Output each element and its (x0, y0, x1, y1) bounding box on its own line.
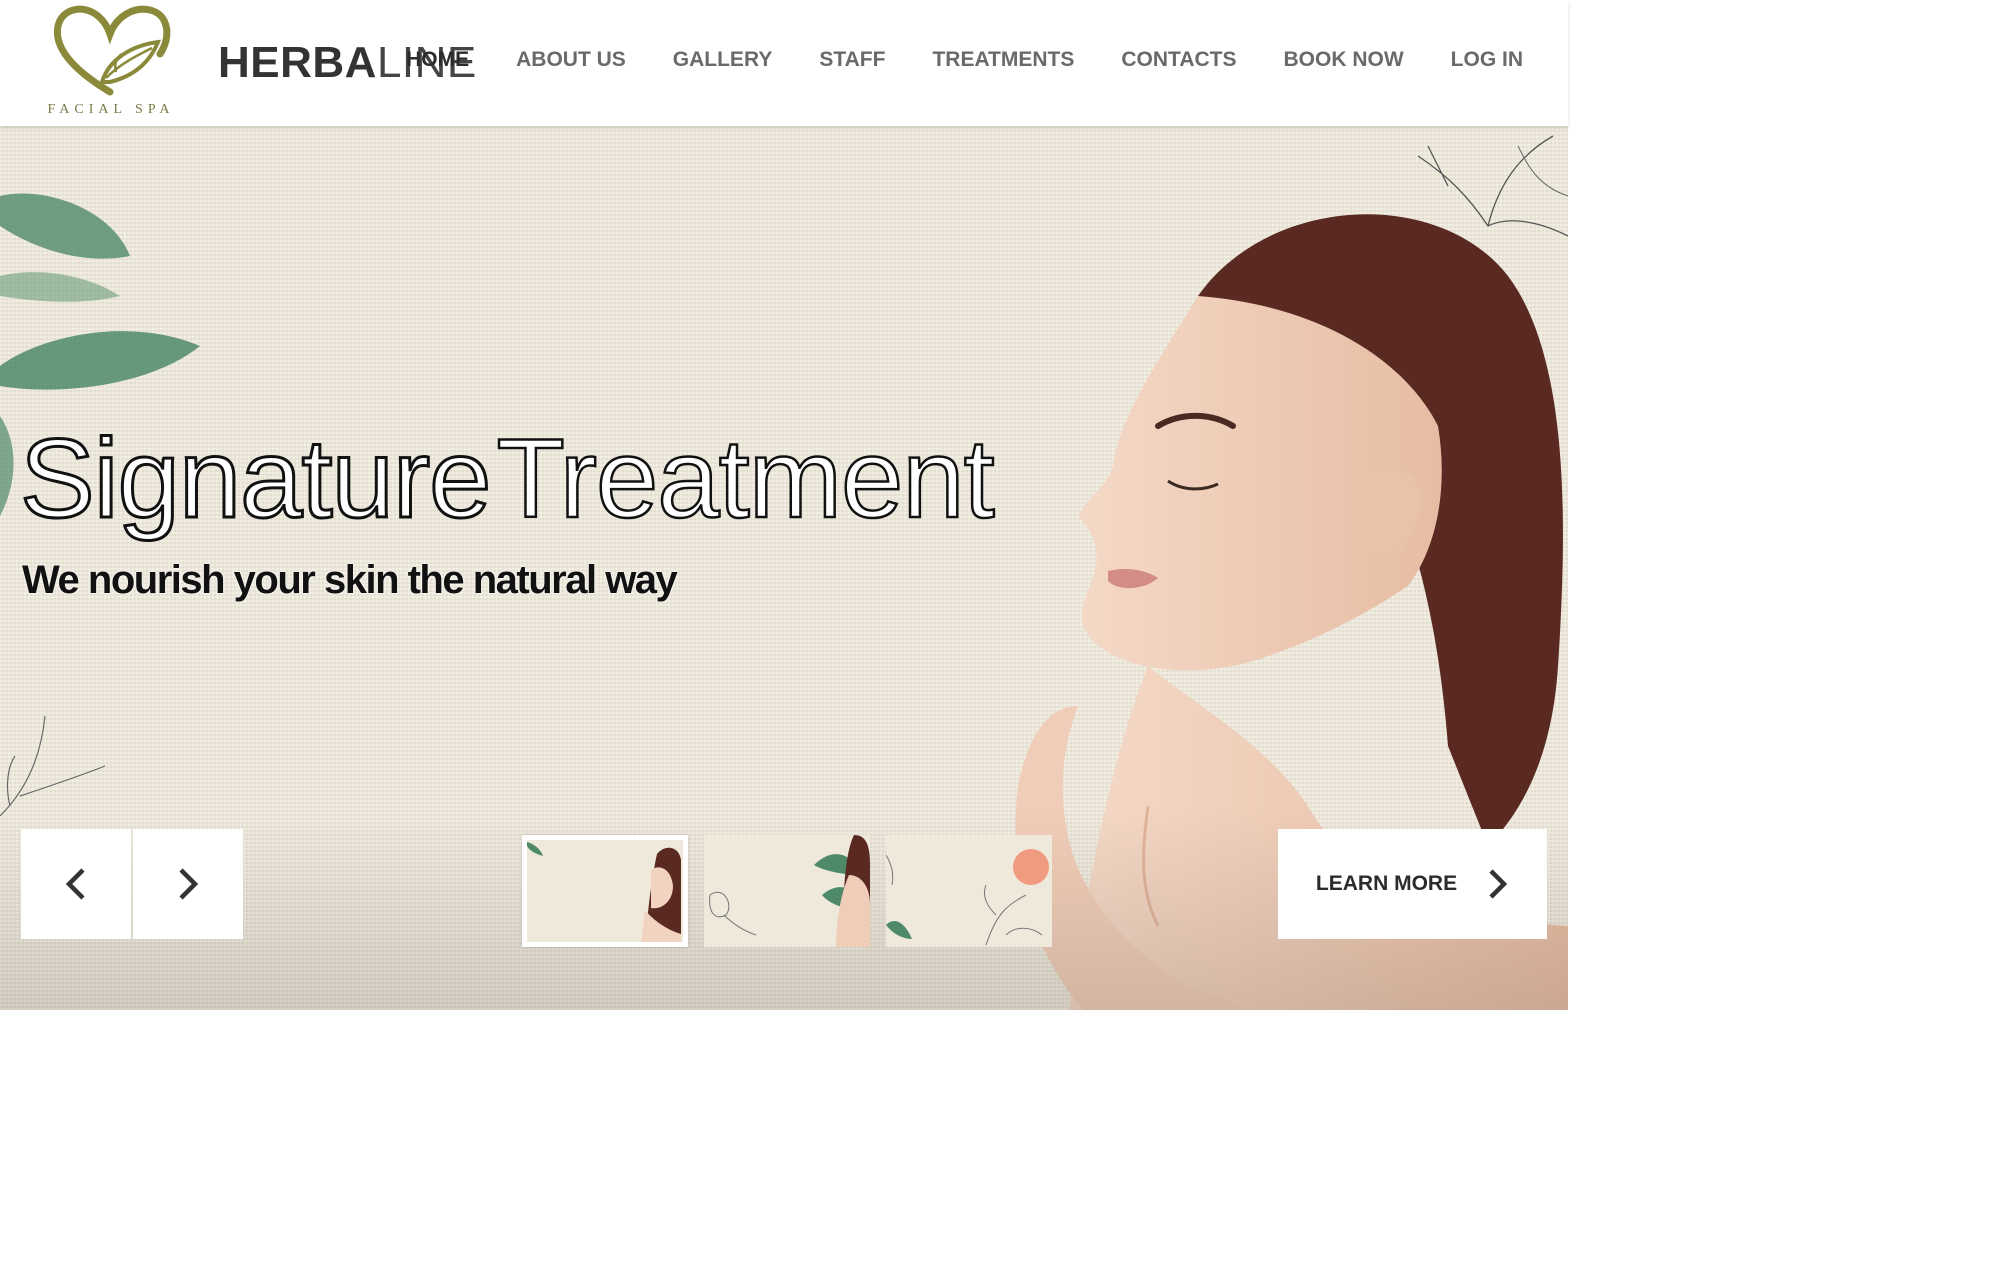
hero-subtitle: We nourish your skin the natural way (22, 558, 678, 602)
nav-log-in[interactable]: LOG IN (1451, 48, 1523, 72)
thumbnail-image (709, 835, 870, 947)
nav-staff[interactable]: STAFF (819, 48, 885, 72)
nav-home[interactable]: HOME (406, 48, 469, 72)
hero-title: SignatureTreatment (18, 414, 996, 543)
slider-prev-button[interactable] (21, 829, 131, 939)
thumbnail-1[interactable] (522, 835, 688, 947)
logo[interactable]: FACIAL SPA (36, 2, 186, 120)
nav-about-us[interactable]: ABOUT US (516, 48, 626, 72)
nav-book-now[interactable]: BOOK NOW (1284, 48, 1404, 72)
learn-more-label: LEARN MORE (1315, 872, 1458, 895)
thumbnail-image (527, 842, 681, 942)
nav-gallery[interactable]: GALLERY (673, 48, 773, 72)
thumbnail-2[interactable] (704, 835, 870, 947)
thumbnail-3[interactable] (886, 835, 1052, 947)
hero-title-part2: Treatment (495, 415, 996, 543)
main-nav: HOME ABOUT US GALLERY STAFF TREATMENTS C… (359, 48, 1523, 72)
hero-title-part1: Signature (18, 415, 492, 543)
brand-bold: HERBA (218, 38, 377, 87)
logo-subtitle: FACIAL SPA (47, 102, 175, 117)
chevron-right-icon (179, 868, 199, 900)
slider-next-button[interactable] (133, 829, 243, 939)
learn-more-button[interactable]: LEARN MORE (1278, 829, 1547, 939)
chevron-left-icon (65, 868, 85, 900)
thumbnail-image (886, 849, 1049, 946)
site-header: FACIAL SPA HERBALINE HOME ABOUT US GALLE… (0, 0, 1568, 126)
hero-slider: SignatureTreatment We nourish your skin … (0, 126, 1568, 1010)
heart-leaf-logo-icon (53, 5, 171, 96)
nav-treatments[interactable]: TREATMENTS (932, 48, 1074, 72)
slider-thumbnails (522, 835, 1052, 947)
chevron-right-icon (1489, 869, 1508, 899)
nav-contacts[interactable]: CONTACTS (1121, 48, 1236, 72)
